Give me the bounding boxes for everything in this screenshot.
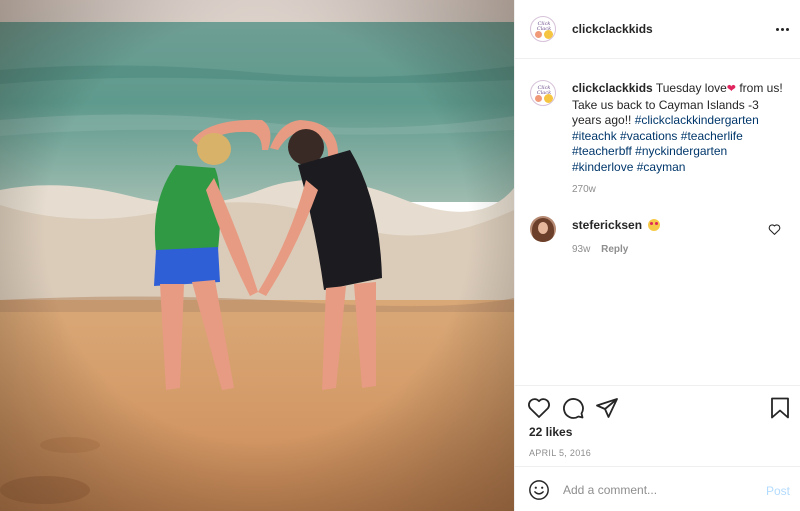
commenter-username[interactable]: stefericksen	[572, 218, 642, 232]
avatar-face	[544, 30, 553, 39]
comment-meta: 93w Reply	[572, 244, 628, 255]
heart-eyes-emoji	[648, 219, 661, 231]
author-avatar[interactable]: Click Clack	[530, 16, 556, 42]
more-icon	[785, 27, 789, 31]
post-header: Click Clack clickclackkids	[515, 0, 800, 59]
heart-icon[interactable]	[527, 396, 551, 420]
post-button[interactable]: Post	[766, 484, 790, 498]
hashtag-link[interactable]: #clickclackkindergarten	[635, 113, 759, 127]
hashtag-link[interactable]: #iteachk	[572, 129, 617, 143]
like-count[interactable]: 22 likes	[529, 425, 572, 439]
comment-input[interactable]	[563, 480, 743, 500]
post-panel: Click Clack clickclackkids Click Clack cli…	[514, 0, 800, 511]
hashtag-link[interactable]: #teacherbff	[572, 144, 632, 158]
more-icon	[775, 27, 779, 31]
commenter-avatar[interactable]	[530, 216, 556, 242]
caption-username[interactable]: clickclackkids	[572, 81, 653, 95]
share-icon[interactable]	[595, 396, 619, 420]
more-icon	[780, 27, 784, 31]
comment-icon[interactable]	[561, 396, 585, 420]
beach-photo	[0, 0, 514, 511]
hashtag-link[interactable]: #kinderlove	[572, 160, 633, 174]
caption: clickclackkids Tuesday love❤ from us! Ta…	[572, 81, 784, 175]
caption-timestamp[interactable]: 270w	[572, 184, 596, 195]
smile-icon[interactable]	[528, 479, 550, 501]
avatar-face	[544, 94, 553, 103]
avatar-face	[538, 222, 548, 234]
caption-text: Tuesday love	[655, 81, 727, 95]
comment: stefericksen	[572, 218, 661, 232]
author-username[interactable]: clickclackkids	[572, 22, 653, 36]
post-photo[interactable]	[0, 0, 514, 511]
avatar-face	[535, 31, 542, 38]
heart-emoji: ❤	[726, 83, 737, 95]
comment-timestamp[interactable]: 93w	[572, 244, 590, 255]
hashtag-link[interactable]: #nyckindergarten	[635, 144, 727, 158]
more-options-button[interactable]	[773, 20, 791, 38]
avatar-face	[535, 95, 542, 102]
comments-section: Click Clack clickclackkids Tuesday love❤ …	[515, 60, 800, 384]
post-actions: 22 likes APRIL 5, 2016	[515, 385, 800, 465]
post-date[interactable]: APRIL 5, 2016	[529, 448, 591, 458]
reply-button[interactable]: Reply	[601, 244, 628, 255]
bookmark-icon[interactable]	[768, 396, 792, 420]
hashtag-link[interactable]: #vacations	[620, 129, 677, 143]
caption-avatar[interactable]: Click Clack	[530, 80, 556, 106]
add-comment-bar: Post	[515, 466, 800, 511]
hashtag-link[interactable]: #cayman	[637, 160, 686, 174]
hashtag-link[interactable]: #teacherlife	[681, 129, 743, 143]
comment-like-heart-icon[interactable]	[768, 223, 781, 236]
